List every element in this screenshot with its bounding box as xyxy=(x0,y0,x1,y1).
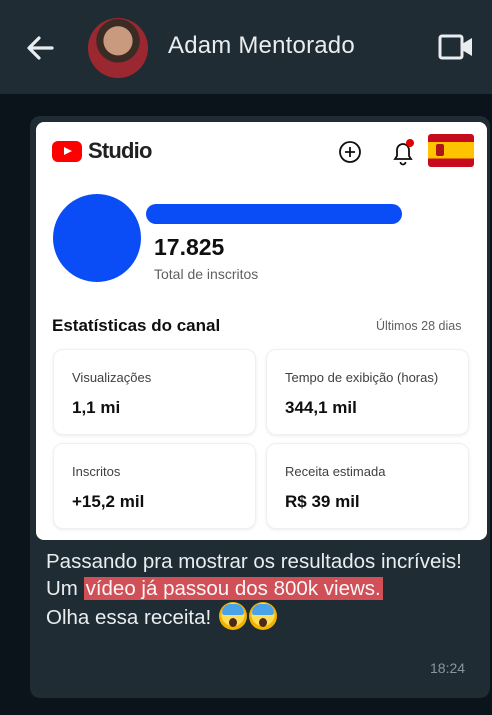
screaming-face-emoji-icon xyxy=(248,602,277,630)
video-call-icon[interactable] xyxy=(438,32,474,62)
youtube-play-icon xyxy=(52,140,82,162)
subscriber-count: 17.825 xyxy=(154,234,225,260)
contact-name[interactable]: Adam Mentorado xyxy=(168,32,355,60)
youtube-studio-logo: Studio xyxy=(52,138,152,164)
chat-header: Adam Mentorado xyxy=(0,0,492,94)
stat-value: R$ 39 mil xyxy=(285,492,360,511)
stat-value: 1,1 mi xyxy=(72,398,121,417)
stat-value: 344,1 mil xyxy=(285,398,357,417)
studio-brand-text: Studio xyxy=(88,138,152,163)
contact-avatar[interactable] xyxy=(88,18,148,78)
stat-card-subscribers: Inscritos +15,2 mil xyxy=(53,443,256,529)
message-line-3-text: Olha essa receita! xyxy=(46,606,212,629)
back-arrow-icon[interactable] xyxy=(22,30,58,66)
stats-period: Últimos 28 dias xyxy=(376,319,462,333)
message-line-2: Um vídeo já passou dos 800k views. xyxy=(46,575,476,602)
message-line-3: Olha essa receita! xyxy=(46,602,476,631)
stat-value: +15,2 mil xyxy=(72,492,145,511)
channel-name-redacted xyxy=(146,204,402,224)
message-line-2-prefix: Um xyxy=(46,577,84,600)
message-timestamp: 18:24 xyxy=(430,660,466,676)
stat-card-watch-time: Tempo de exibição (horas) 344,1 mil xyxy=(266,349,469,435)
message-text: Passando pra mostrar os resultados incrí… xyxy=(46,548,476,631)
stat-label: Visualizações xyxy=(72,370,152,385)
screaming-face-emoji-icon xyxy=(218,602,247,630)
stat-card-revenue: Receita estimada R$ 39 mil xyxy=(266,443,469,529)
channel-avatar-redacted xyxy=(53,194,141,282)
stat-card-views: Visualizações 1,1 mi xyxy=(53,349,256,435)
stat-label: Receita estimada xyxy=(285,464,386,479)
create-plus-icon xyxy=(339,141,361,163)
spain-flag-icon xyxy=(428,134,474,167)
message-line-1: Passando pra mostrar os resultados incrí… xyxy=(46,550,462,573)
stats-title: Estatísticas do canal xyxy=(52,316,221,335)
notification-bell-icon xyxy=(393,139,414,166)
flag-emblem xyxy=(436,144,444,156)
shared-screenshot[interactable]: Studio 17.825 Total de inscritos Estatís… xyxy=(36,122,487,540)
subscriber-label: Total de inscritos xyxy=(154,266,259,282)
highlighted-text: vídeo já passou dos 800k views. xyxy=(83,577,383,600)
stat-label: Inscritos xyxy=(72,464,121,479)
stat-label: Tempo de exibição (horas) xyxy=(285,370,439,385)
